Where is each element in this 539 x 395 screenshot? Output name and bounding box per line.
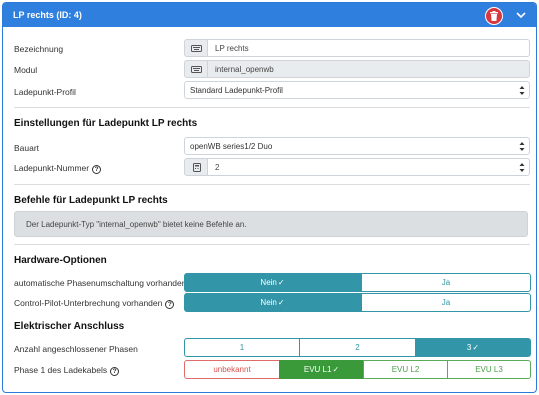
phases-3-button[interactable]: 3✓: [415, 338, 531, 357]
button-label: unbekannt: [213, 365, 251, 374]
profil-select[interactable]: Standard Ladepunkt-Profil: [184, 81, 530, 99]
trash-icon: [490, 11, 498, 21]
help-icon[interactable]: ?: [165, 300, 175, 309]
button-label: EVU L3: [475, 365, 503, 374]
settings-section-title: Einstellungen für Ladepunkt LP rechts: [14, 118, 198, 129]
card-header[interactable]: LP rechts (ID: 4): [3, 3, 536, 27]
phase-switch-toggle: Nein✓ Ja: [184, 273, 531, 292]
check-icon: ✓: [277, 278, 285, 287]
chargepoint-card: LP rechts (ID: 4) Bezeichnung LP rechts …: [2, 2, 537, 393]
modul-input-group: internal_openwb: [184, 60, 530, 78]
phases-label: Anzahl angeschlossener Phasen: [14, 344, 138, 354]
bauart-label: Bauart: [14, 143, 40, 153]
button-label: EVU L2: [391, 365, 420, 374]
phases-2-button[interactable]: 2: [299, 338, 416, 357]
phase1-l2-button[interactable]: EVU L2: [363, 360, 448, 379]
cp-interrupt-label: Control-Pilot-Unterbrechung vorhanden: [14, 298, 163, 308]
card-title: LP rechts (ID: 4): [13, 10, 82, 20]
divider: [14, 184, 530, 185]
phase1-l1-button[interactable]: EVU L1✓: [279, 360, 364, 379]
phases-1-button[interactable]: 1: [184, 338, 300, 357]
cp-interrupt-toggle: Nein✓ Ja: [184, 293, 531, 312]
phase1-label: Phase 1 des Ladekabels: [14, 365, 108, 375]
divider: [14, 244, 530, 245]
button-label: Nein: [260, 298, 277, 307]
modul-label: Modul: [14, 65, 38, 75]
calculator-icon: [184, 158, 207, 176]
phase-switch-yes-button[interactable]: Ja: [361, 273, 531, 292]
phase1-label-row: Phase 1 des Ladekabels?: [14, 365, 120, 376]
electrical-section-title: Elektrischer Anschluss: [14, 321, 125, 332]
button-label: Ja: [441, 298, 451, 307]
phase-switch-label: automatische Phasenumschaltung vorhanden: [14, 278, 187, 288]
nummer-input-group: 2: [184, 158, 530, 176]
profil-select-value: Standard Ladepunkt-Profil: [190, 86, 283, 95]
nummer-label-row: Ladepunkt-Nummer?: [14, 163, 102, 174]
select-arrows-icon: [519, 142, 525, 151]
divider: [14, 107, 530, 108]
cp-interrupt-label-row: Control-Pilot-Unterbrechung vorhanden?: [14, 298, 175, 309]
cp-interrupt-yes-button[interactable]: Ja: [361, 293, 531, 312]
bauart-select-value: openWB series1/2 Duo: [190, 142, 273, 151]
spinner-icon[interactable]: [519, 162, 525, 173]
delete-button[interactable]: [485, 7, 503, 25]
nummer-label: Ladepunkt-Nummer: [14, 163, 90, 173]
profil-label: Ladepunkt-Profil: [14, 87, 76, 97]
nummer-field[interactable]: 2: [207, 158, 530, 176]
check-icon: ✓: [332, 365, 340, 374]
commands-section-title: Befehle für Ladepunkt LP rechts: [14, 195, 168, 206]
phase-switch-no-button[interactable]: Nein✓: [184, 273, 361, 292]
check-icon: ✓: [277, 298, 285, 307]
check-icon: ✓: [472, 343, 480, 352]
commands-info-alert: Der Ladepunkt-Typ "internal_openwb" biet…: [14, 211, 528, 237]
chevron-down-icon[interactable]: [515, 10, 527, 20]
cp-interrupt-no-button[interactable]: Nein✓: [184, 293, 361, 312]
bauart-select[interactable]: openWB series1/2 Duo: [184, 137, 530, 155]
button-label: 1: [239, 343, 245, 352]
nummer-value: 2: [215, 163, 220, 172]
phases-toggle: 1 2 3✓: [184, 338, 531, 357]
bezeichnung-input-group: LP rechts: [184, 39, 530, 57]
phase1-toggle: unbekannt EVU L1✓ EVU L2 EVU L3: [184, 360, 531, 379]
button-label: 2: [355, 343, 360, 352]
button-label: 3: [466, 343, 472, 352]
phase1-unknown-button[interactable]: unbekannt: [184, 360, 280, 379]
keyboard-icon: [184, 39, 207, 57]
select-arrows-icon: [519, 86, 525, 95]
modul-field: internal_openwb: [207, 60, 530, 78]
bezeichnung-field[interactable]: LP rechts: [207, 39, 530, 57]
help-icon[interactable]: ?: [110, 367, 120, 376]
button-label: Ja: [441, 278, 451, 287]
phase1-l3-button[interactable]: EVU L3: [447, 360, 531, 379]
keyboard-icon: [184, 60, 207, 78]
help-icon[interactable]: ?: [92, 165, 102, 174]
bezeichnung-label: Bezeichnung: [14, 44, 64, 54]
button-label: EVU L1: [303, 365, 332, 374]
hardware-section-title: Hardware-Optionen: [14, 255, 107, 266]
button-label: Nein: [260, 278, 277, 287]
